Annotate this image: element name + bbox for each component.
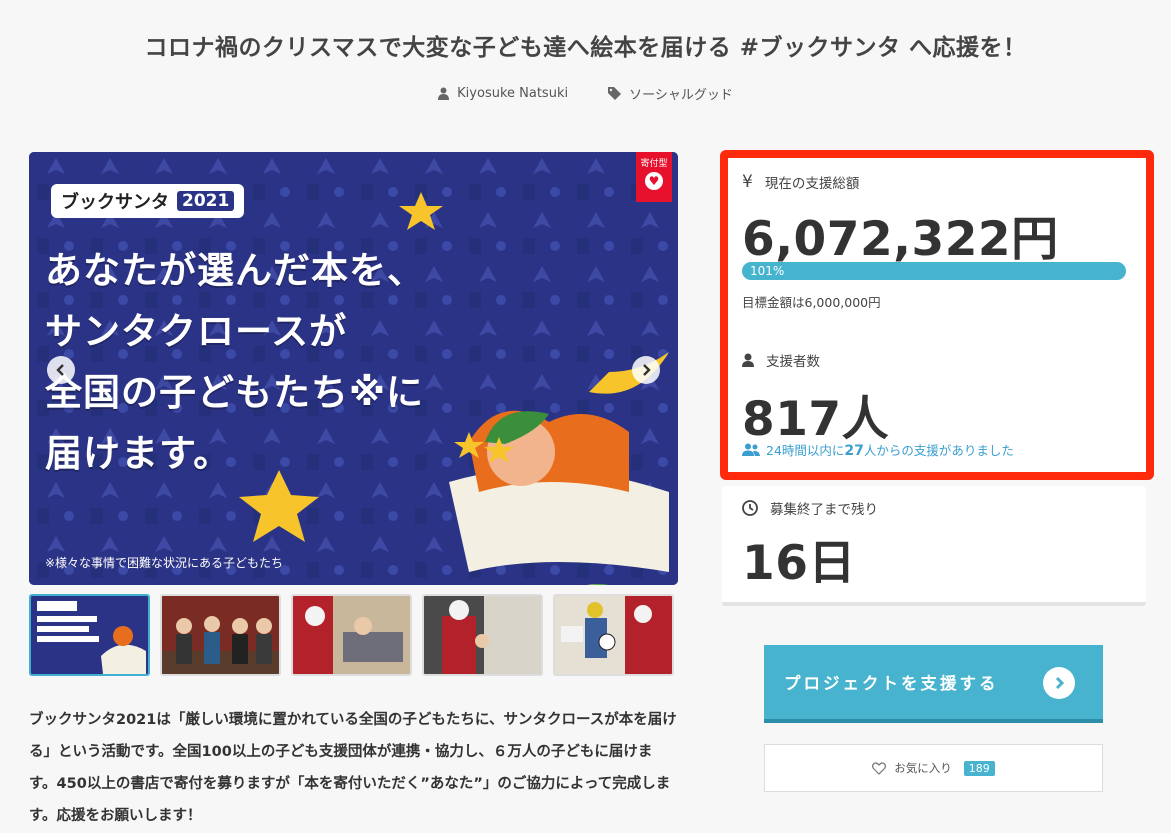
author-name: Kiyosuke Natsuki bbox=[457, 86, 569, 101]
author-link[interactable]: Kiyosuke Natsuki bbox=[438, 84, 568, 103]
hero-line: あなたが選んだ本を、 bbox=[45, 249, 425, 292]
project-meta: Kiyosuke Natsuki ソーシャルグッド bbox=[0, 84, 1171, 103]
thumbnail-image bbox=[162, 596, 279, 674]
hero-line: 全国の子どもたち※に bbox=[45, 371, 424, 414]
thumbnail-image bbox=[424, 596, 541, 674]
progress-percent: 101% bbox=[750, 264, 785, 278]
tag-icon bbox=[608, 87, 622, 100]
arrow-right-circle-icon bbox=[1043, 667, 1075, 699]
supporters-label-row: 支援者数 bbox=[742, 350, 820, 370]
heart-hand-icon: ♥ bbox=[645, 172, 663, 190]
hero-slideshow[interactable]: 寄付型 ♥ ブックサンタ 2021 あなたが選んだ本を、 サンタクロースが 全国… bbox=[29, 152, 678, 585]
recent-support-note: 24時間以内に27人からの支援がありました bbox=[742, 440, 1014, 459]
hero-logo-text: ブックサンタ bbox=[61, 192, 169, 213]
support-project-button[interactable]: プロジェクトを支援する bbox=[764, 645, 1103, 723]
favorite-label: お気に入り bbox=[894, 761, 952, 775]
hero-footnote: ※様々な事情で困難な状況にある子どもたち bbox=[45, 556, 284, 570]
thumbnail-image bbox=[31, 596, 148, 674]
support-button-label: プロジェクトを支援する bbox=[784, 674, 999, 693]
category-name: ソーシャルグッド bbox=[629, 88, 733, 103]
recent-count: 27 bbox=[844, 443, 864, 459]
hero-line: サンタクロースが bbox=[45, 310, 348, 353]
hero-headline: あなたが選んだ本を、 サンタクロースが 全国の子どもたち※に 届けます。 bbox=[45, 240, 425, 484]
total-label-row: ¥ 現在の支援総額 bbox=[742, 172, 859, 192]
thumbnail-image bbox=[555, 596, 672, 674]
next-slide-button[interactable] bbox=[632, 356, 660, 384]
remaining-label: 募集終了まで残り bbox=[770, 502, 878, 518]
thumbnail-strip bbox=[29, 594, 674, 676]
chevron-left-icon bbox=[56, 364, 64, 376]
thumbnail-2[interactable] bbox=[160, 594, 281, 676]
supporters-count: 817人 bbox=[742, 392, 890, 447]
clock-icon bbox=[742, 500, 758, 516]
thumbnail-4[interactable] bbox=[422, 594, 543, 676]
remaining-days: 16日 bbox=[742, 536, 856, 591]
hero-line: 届けます。 bbox=[45, 432, 232, 475]
chevron-right-icon bbox=[643, 364, 651, 376]
prev-slide-button[interactable] bbox=[47, 356, 75, 384]
thumbnail-image bbox=[293, 596, 410, 674]
hero-logo-year: 2021 bbox=[177, 191, 235, 211]
remaining-label-row: 募集終了まで残り bbox=[742, 498, 878, 518]
total-amount: 6,072,322円 bbox=[742, 212, 1059, 267]
category-link[interactable]: ソーシャルグッド bbox=[608, 84, 733, 103]
heart-icon bbox=[872, 761, 887, 775]
project-description: ブックサンタ2021は「厳しい環境に置かれている全国の子どもたちに、サンタクロー… bbox=[29, 712, 677, 824]
yen-icon: ¥ bbox=[742, 172, 753, 192]
hero-logo: ブックサンタ 2021 bbox=[51, 184, 245, 218]
total-label: 現在の支援総額 bbox=[764, 176, 860, 192]
badge-label: 寄付型 bbox=[640, 159, 668, 169]
funding-stats-panel: ¥ 現在の支援総額 6,072,322円 101% 目標金額は6,000,000… bbox=[720, 150, 1154, 480]
user-icon bbox=[742, 353, 754, 367]
thumbnail-1[interactable] bbox=[29, 594, 150, 676]
user-icon bbox=[438, 87, 450, 100]
remaining-days-panel: 募集終了まで残り 16日 bbox=[722, 486, 1146, 606]
users-icon bbox=[742, 443, 760, 456]
goal-amount: 目標金額は6,000,000円 bbox=[742, 295, 881, 310]
favorite-button[interactable]: お気に入り 189 bbox=[764, 744, 1103, 792]
thumbnail-5[interactable] bbox=[553, 594, 674, 676]
thumbnail-3[interactable] bbox=[291, 594, 412, 676]
supporters-label: 支援者数 bbox=[766, 354, 820, 370]
donation-type-badge: 寄付型 ♥ bbox=[636, 152, 672, 202]
project-title: コロナ禍のクリスマスで大変な子ども達へ絵本を届ける #ブックサンタ へ応援を！ bbox=[144, 35, 1027, 61]
favorite-count: 189 bbox=[963, 760, 995, 776]
funding-progress-bar: 101% bbox=[742, 262, 1126, 280]
recent-prefix: 24時間以内に bbox=[766, 443, 845, 458]
recent-suffix: 人からの支援がありました bbox=[863, 443, 1014, 458]
